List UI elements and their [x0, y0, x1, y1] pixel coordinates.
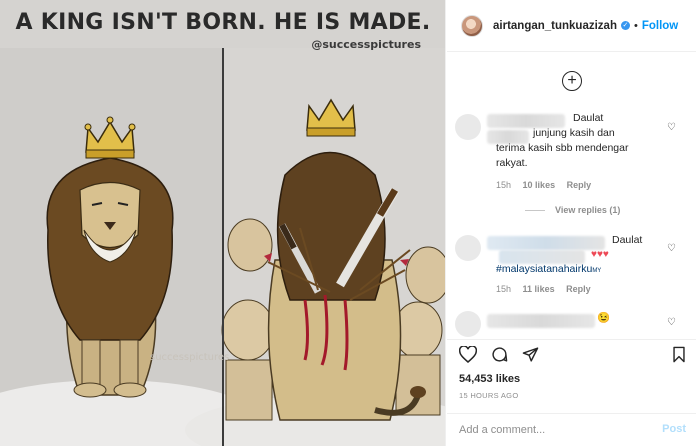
heart-emojis: ♥♥♥ [591, 249, 609, 260]
follow-button[interactable]: Follow [642, 20, 678, 32]
like-heart-icon[interactable] [459, 346, 477, 363]
comment-item: 😉 ♡ [447, 311, 696, 339]
post-actions: 54,453 likes 15 HOURS AGO [447, 339, 696, 409]
comment-meta: 15h 10 likes Reply [496, 180, 600, 190]
comment-text: rakyat. [496, 157, 528, 169]
comment-text: junjung kasih dan [533, 127, 615, 139]
comment-text: terima kasih sbb mendengar [496, 142, 629, 154]
flag-text: MY [592, 268, 602, 274]
comment-time: 15h [496, 180, 512, 190]
blurred-text [487, 314, 595, 328]
like-comment-heart-icon[interactable]: ♡ [667, 317, 676, 328]
replies-line [525, 209, 545, 211]
avatar[interactable] [461, 14, 483, 37]
hashtag-link[interactable]: #malaysiatanahairku [496, 263, 592, 275]
post-header: airtangan_tunkuazizah ✓ • Follow [447, 0, 696, 52]
commenter-avatar[interactable] [455, 311, 481, 337]
like-comment-heart-icon[interactable]: ♡ [667, 243, 676, 254]
bookmark-icon[interactable] [672, 346, 686, 363]
comment-text: Daulat [612, 234, 643, 246]
post-image[interactable]: A KING ISN'T BORN. HE IS MADE. @successp… [0, 0, 446, 446]
plus-icon: + [567, 72, 577, 89]
commenter-avatar[interactable] [455, 114, 481, 140]
comment-meta: 15h 11 likes Reply [496, 284, 600, 294]
post-headline: A KING ISN'T BORN. HE IS MADE. [15, 10, 431, 35]
add-comment-bar: Post [447, 413, 696, 446]
reply-button[interactable]: Reply [566, 284, 591, 294]
comment-likes[interactable]: 11 likes [523, 284, 555, 294]
wink-emoji: 😉 [597, 312, 611, 324]
comment-icon[interactable] [491, 346, 508, 363]
post-button[interactable]: Post [662, 423, 686, 435]
comments-list: + Daulat junjung kasih dan terima kasih … [447, 53, 696, 339]
load-more-comments-button[interactable]: + [562, 71, 582, 91]
comment-time: 15h [496, 284, 512, 294]
post-timestamp: 15 HOURS AGO [459, 391, 519, 400]
comment-likes[interactable]: 10 likes [523, 180, 556, 190]
post-side-panel: airtangan_tunkuazizah ✓ • Follow + Daula… [447, 0, 696, 446]
commenter-avatar[interactable] [455, 235, 481, 261]
view-replies-button[interactable]: View replies (1) [525, 205, 620, 215]
post-credit: @successpictures [311, 38, 421, 51]
author-username[interactable]: airtangan_tunkuazizah [493, 20, 617, 32]
share-icon[interactable] [522, 346, 539, 363]
panel-divider [222, 48, 224, 446]
comment-text: Daulat [573, 112, 604, 124]
blurred-username [487, 236, 605, 250]
view-replies-label: View replies (1) [555, 205, 621, 215]
add-comment-input[interactable] [459, 421, 649, 439]
like-comment-heart-icon[interactable]: ♡ [667, 122, 676, 133]
comment-item: Daulat junjung kasih dan terima kasih sb… [447, 108, 696, 208]
comment-item: Daulat ♥♥♥ #malaysiatanahairkuMY ♡ 15h 1… [447, 233, 696, 303]
comment-text: #malaysiatanahairkuMY [496, 262, 601, 279]
image-watermark: successpictures [150, 352, 230, 363]
likes-count[interactable]: 54,453 likes [459, 373, 520, 385]
verified-badge-icon: ✓ [620, 21, 630, 30]
separator-dot: • [633, 19, 638, 32]
reply-button[interactable]: Reply [567, 180, 592, 190]
